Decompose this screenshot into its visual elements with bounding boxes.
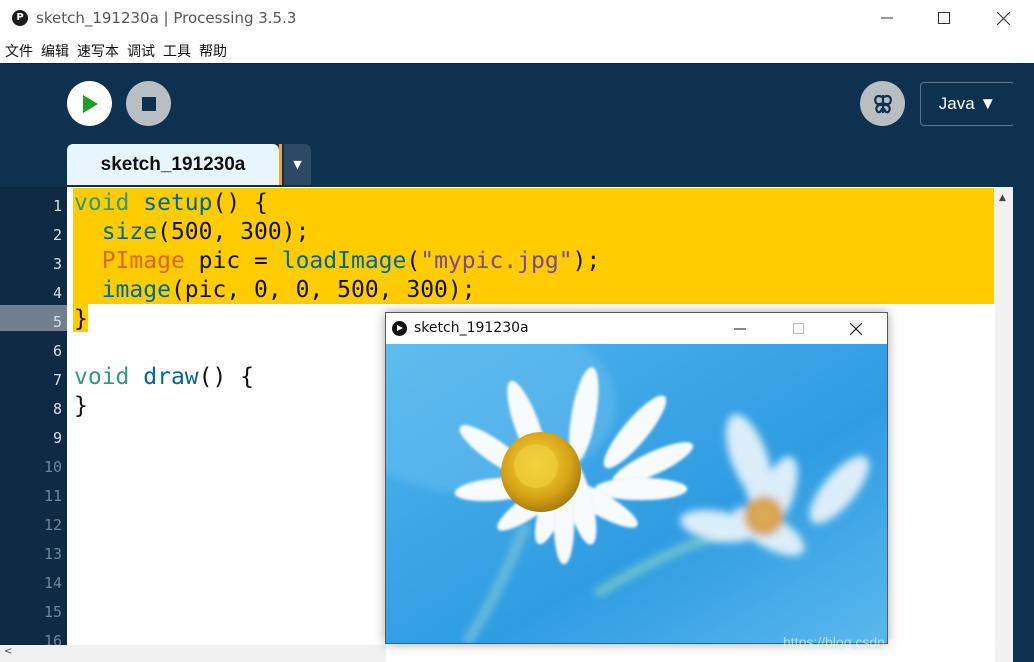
- menu-debug[interactable]: 调试: [127, 41, 155, 61]
- run-button[interactable]: [67, 81, 112, 126]
- minimize-icon: [734, 328, 746, 329]
- stop-icon: [141, 96, 156, 111]
- stop-button[interactable]: [126, 81, 171, 126]
- line-number: 3: [52, 255, 62, 273]
- line-number: 8: [52, 400, 62, 418]
- code-line: void draw() {: [74, 364, 255, 390]
- line-number: 2: [52, 226, 62, 244]
- menu-edit[interactable]: 编辑: [41, 41, 69, 61]
- sketch-window: sketch_191230a: [385, 312, 888, 644]
- mode-selector[interactable]: Java ▼: [920, 82, 1015, 126]
- debug-button[interactable]: [860, 81, 905, 126]
- menu-help[interactable]: 帮助: [199, 41, 227, 61]
- sketch-window-title: sketch_191230a: [414, 320, 529, 336]
- line-number: 7: [52, 371, 62, 389]
- butterfly-icon: [873, 94, 892, 113]
- line-number: 1: [52, 197, 62, 215]
- line-number: 15: [43, 603, 62, 621]
- line-number: 13: [43, 545, 62, 563]
- sketch-close-button[interactable]: [827, 313, 885, 344]
- line-number: 14: [43, 574, 62, 592]
- code-line: PImage pic = loadImage("mypic.jpg");: [101, 248, 601, 274]
- play-icon: [82, 94, 98, 113]
- horizontal-scrollbar[interactable]: <: [0, 645, 386, 662]
- sketch-minimize-button[interactable]: [711, 313, 769, 344]
- sketch-title-bar: sketch_191230a: [386, 313, 887, 344]
- scroll-up-icon[interactable]: ▲: [999, 193, 1006, 203]
- vertical-scrollbar[interactable]: ▲: [995, 187, 1013, 662]
- editor-right-edge: [1013, 63, 1034, 662]
- maximize-icon: [792, 323, 804, 334]
- tab-menu-button[interactable]: ▼: [284, 144, 311, 185]
- line-number: 9: [52, 429, 62, 447]
- line-number: 4: [52, 284, 62, 302]
- menu-tools[interactable]: 工具: [163, 41, 191, 61]
- close-button[interactable]: [974, 0, 1032, 36]
- minimize-button[interactable]: [858, 0, 916, 36]
- menu-sketch[interactable]: 速写本: [77, 41, 119, 61]
- menu-file[interactable]: 文件: [5, 41, 33, 61]
- tab-sketch[interactable]: sketch_191230a: [67, 144, 279, 185]
- line-number: 5: [52, 313, 62, 331]
- minimize-icon: [881, 17, 893, 19]
- close-icon: [850, 322, 862, 335]
- code-line: }: [74, 306, 88, 332]
- menu-bar: 文件 编辑 速写本 调试 工具 帮助: [0, 38, 1034, 63]
- maximize-icon: [938, 12, 950, 24]
- scroll-left-icon[interactable]: <: [4, 646, 12, 657]
- code-line: image(pic, 0, 0, 500, 300);: [101, 277, 476, 303]
- close-icon: [996, 11, 1010, 25]
- sketch-canvas: [386, 344, 887, 643]
- code-line: }: [74, 393, 88, 419]
- watermark-text: https://blog.csdn.net/qq_38249231: [783, 634, 998, 650]
- sketch-maximize-button[interactable]: [769, 313, 827, 344]
- line-number: 10: [43, 458, 62, 476]
- title-bar: P sketch_191230a | Processing 3.5.3: [0, 0, 1034, 38]
- code-line: size(500, 300);: [101, 219, 310, 245]
- daisy-photo: [386, 344, 887, 643]
- line-number: 11: [43, 487, 62, 505]
- processing-app-icon: P: [12, 10, 28, 26]
- tab-accent: [279, 144, 282, 185]
- code-line: void setup() {: [74, 190, 268, 216]
- maximize-button[interactable]: [915, 0, 973, 36]
- line-number: 6: [52, 342, 62, 360]
- window-title: sketch_191230a | Processing 3.5.3: [36, 9, 297, 27]
- line-number: 12: [43, 516, 62, 534]
- chevron-down-icon: ▼: [293, 158, 302, 171]
- sketch-app-icon: [392, 321, 407, 336]
